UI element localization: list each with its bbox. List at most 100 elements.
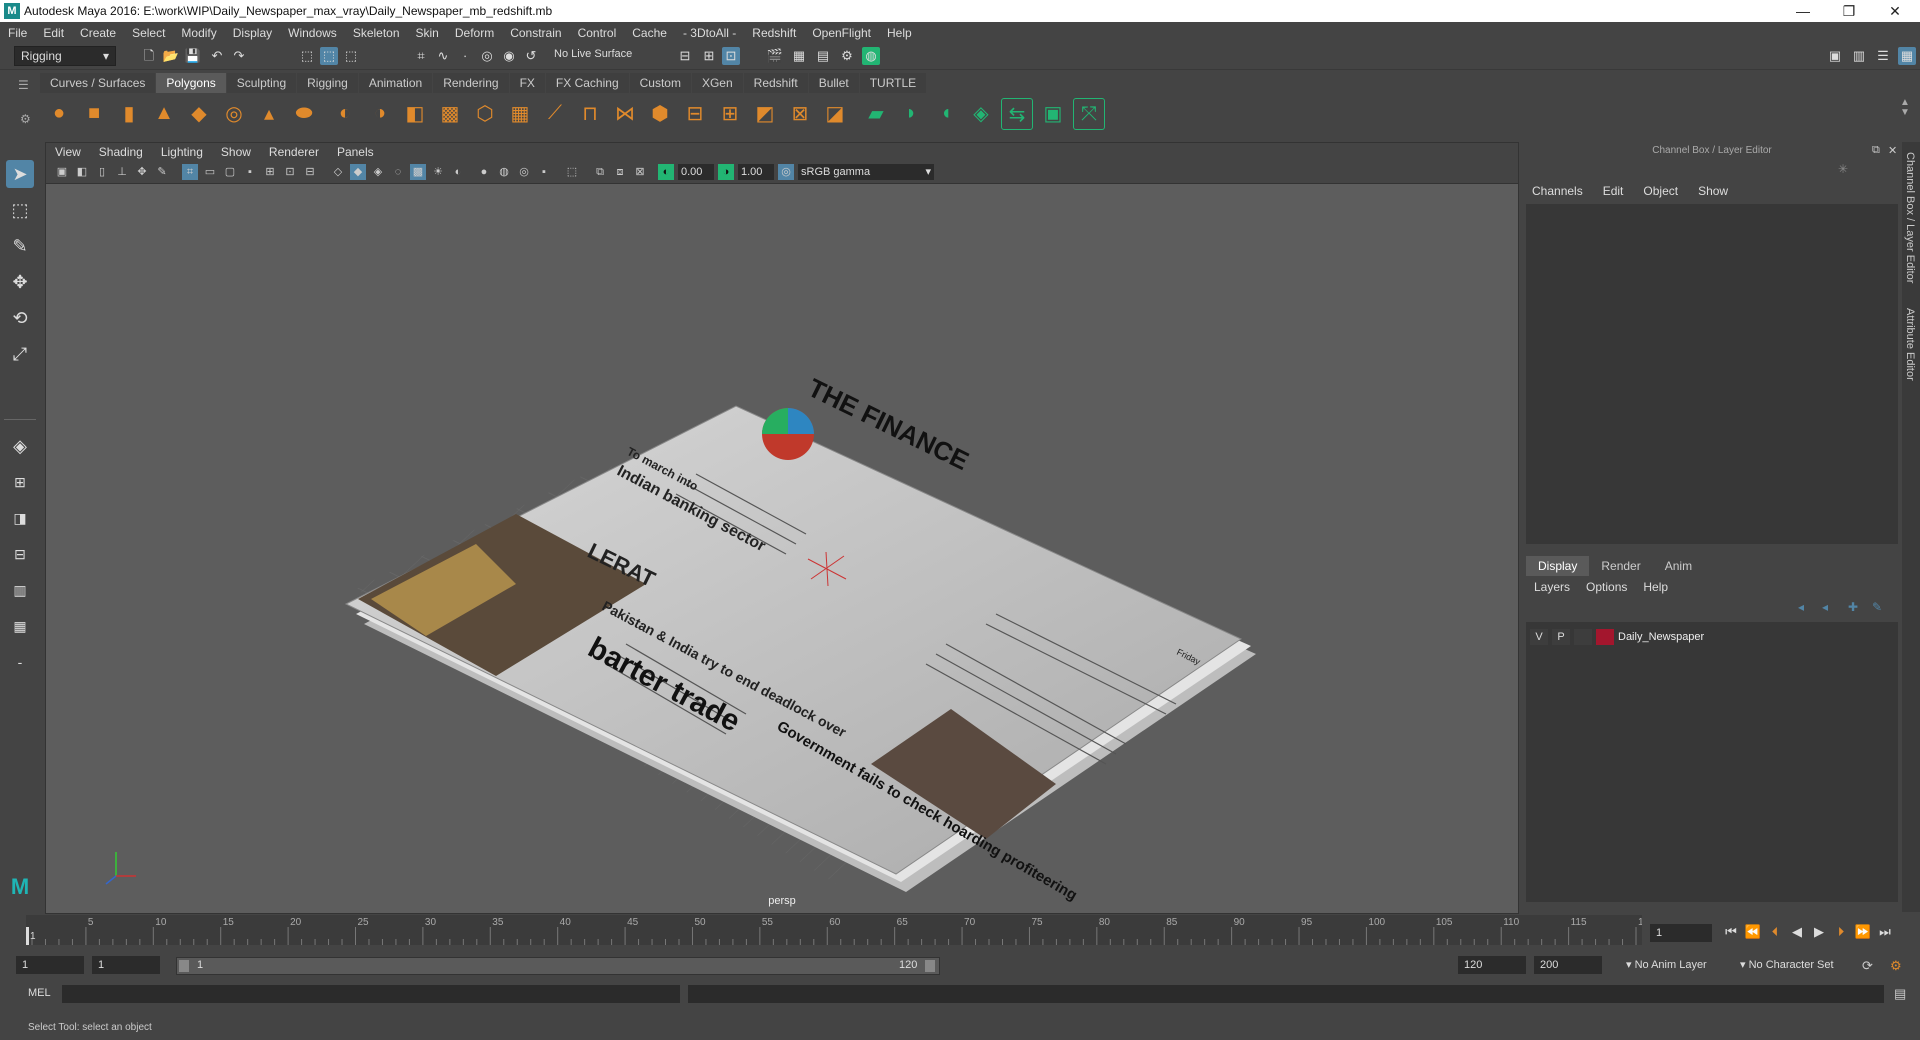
persp-outliner-layout-icon[interactable]: ◨: [6, 504, 34, 532]
mode-dropdown[interactable]: Rigging ▾: [14, 46, 116, 66]
step-back-frame-icon[interactable]: ⏴: [1764, 924, 1786, 940]
side-tab-channel-box[interactable]: Channel Box / Layer Editor: [1904, 152, 1916, 283]
single-perspective-icon[interactable]: ◈: [6, 432, 34, 460]
color-space-dropdown[interactable]: sRGB gamma ▾: [798, 164, 934, 180]
smooth-shade-icon[interactable]: ◆: [350, 164, 366, 180]
menu-edit[interactable]: Edit: [35, 26, 72, 40]
axis-icon[interactable]: ✳: [1838, 162, 1848, 176]
cb-menu-object[interactable]: Object: [1633, 182, 1688, 200]
camera-attributes-icon[interactable]: ◧: [74, 164, 90, 180]
undo-icon[interactable]: ↶: [208, 47, 226, 65]
poly-torus-icon[interactable]: ◎: [219, 98, 249, 128]
tab-fx-caching[interactable]: FX Caching: [545, 73, 629, 93]
menu-deform[interactable]: Deform: [447, 26, 502, 40]
xray-active-icon[interactable]: ⧈: [612, 164, 628, 180]
poly-cone-icon[interactable]: ▲: [149, 98, 179, 128]
tab-bullet[interactable]: Bullet: [808, 73, 859, 93]
step-back-key-icon[interactable]: ⏪: [1742, 924, 1764, 940]
menu-windows[interactable]: Windows: [280, 26, 345, 40]
merge-icon[interactable]: ◩: [750, 98, 780, 128]
layer-color-swatch[interactable]: [1596, 629, 1614, 645]
menu-cache[interactable]: Cache: [624, 26, 675, 40]
range-slider[interactable]: 1 120: [176, 957, 940, 975]
poly-pipe-icon[interactable]: ⬬: [289, 98, 319, 128]
close-button[interactable]: ✕: [1872, 0, 1918, 22]
select-object-icon[interactable]: ⬚: [320, 47, 338, 65]
tab-anim[interactable]: Anim: [1653, 556, 1704, 576]
scene-canvas[interactable]: THE FINANCE To march into Indian banking…: [46, 184, 1518, 913]
viewport-panel[interactable]: View Shading Lighting Show Renderer Pane…: [45, 142, 1519, 914]
vp-menu-show[interactable]: Show: [212, 145, 260, 159]
menu-modify[interactable]: Modify: [173, 26, 224, 40]
step-forward-key-icon[interactable]: ⏩: [1852, 924, 1874, 940]
layout-icon[interactable]: ▥: [1850, 47, 1868, 65]
safe-action-icon[interactable]: ⊡: [282, 164, 298, 180]
poly-plane-icon[interactable]: ◆: [184, 98, 214, 128]
open-scene-icon[interactable]: 📂: [162, 47, 180, 65]
step-forward-frame-icon[interactable]: ⏵: [1830, 924, 1852, 940]
play-forwards-icon[interactable]: ▶: [1808, 924, 1830, 940]
wireframe-on-shaded-icon[interactable]: ◈: [370, 164, 386, 180]
isolate-select-icon[interactable]: ⬚: [564, 164, 580, 180]
vp-menu-lighting[interactable]: Lighting: [152, 145, 212, 159]
tab-polygons[interactable]: Polygons: [156, 73, 226, 93]
xray-joints-icon[interactable]: ⧉: [592, 164, 608, 180]
menu-constrain[interactable]: Constrain: [502, 26, 569, 40]
bookmark-icon[interactable]: ▯: [94, 164, 110, 180]
playback-start-field[interactable]: 1: [92, 956, 160, 974]
exposure-icon[interactable]: ◐: [658, 164, 674, 180]
redo-icon[interactable]: ↷: [230, 47, 248, 65]
side-tab-attribute-editor[interactable]: Attribute Editor: [1904, 308, 1916, 381]
select-component-icon[interactable]: ⬚: [342, 47, 360, 65]
anti-aliasing-icon[interactable]: ◎: [516, 164, 532, 180]
gate-mask-icon[interactable]: ▪: [242, 164, 258, 180]
shelf-scroll-icon[interactable]: ▲ ▼: [1900, 98, 1910, 118]
bevel-icon[interactable]: ⬡: [470, 98, 500, 128]
cb-menu-edit[interactable]: Edit: [1593, 182, 1634, 200]
move-layer-up-icon[interactable]: ◂: [1798, 600, 1804, 614]
use-lights-icon[interactable]: ☀: [430, 164, 446, 180]
cb-menu-channels[interactable]: Channels: [1522, 182, 1593, 200]
vp-menu-panels[interactable]: Panels: [328, 145, 383, 159]
combine-icon[interactable]: ◐: [330, 98, 360, 128]
output-ops-icon[interactable]: ⊞: [700, 47, 718, 65]
menu-create[interactable]: Create: [72, 26, 124, 40]
tab-animation[interactable]: Animation: [358, 73, 433, 93]
safe-title-icon[interactable]: ⊟: [302, 164, 318, 180]
depth-of-field-icon[interactable]: ▪: [536, 164, 552, 180]
poly-sphere-icon[interactable]: ●: [44, 98, 74, 128]
more-layouts-icon[interactable]: -: [6, 648, 34, 676]
uv-spherical-icon[interactable]: ◖: [931, 98, 961, 128]
auto-key-icon[interactable]: ⟳: [1862, 958, 1873, 974]
float-panel-icon[interactable]: ⧉: [1872, 144, 1880, 157]
shelf-settings-icon[interactable]: ⚙: [20, 112, 31, 126]
xray-icon[interactable]: ◌: [390, 164, 406, 180]
animation-start-field[interactable]: 1: [16, 956, 84, 974]
tab-xgen[interactable]: XGen: [691, 73, 743, 93]
tab-redshift[interactable]: Redshift: [743, 73, 808, 93]
image-plane-icon[interactable]: ⊥: [114, 164, 130, 180]
tab-fx[interactable]: FX: [509, 73, 545, 93]
color-management-icon[interactable]: ◎: [778, 164, 794, 180]
backface-icon[interactable]: ⊠: [632, 164, 648, 180]
playback-end-field[interactable]: 120: [1458, 956, 1526, 974]
render-view-icon[interactable]: 🎬: [766, 47, 784, 65]
poly-pyramid-icon[interactable]: ▴: [254, 98, 284, 128]
scale-tool-icon[interactable]: ⤢: [6, 340, 34, 368]
hypershade-icon[interactable]: ◍: [862, 47, 880, 65]
workspace-icon[interactable]: ▣: [1826, 47, 1844, 65]
cb-menu-show[interactable]: Show: [1688, 182, 1738, 200]
menu-skeleton[interactable]: Skeleton: [345, 26, 408, 40]
command-input[interactable]: [62, 985, 680, 1003]
field-chart-icon[interactable]: ⊞: [262, 164, 278, 180]
lasso-tool-icon[interactable]: ⬚: [6, 196, 34, 224]
render-settings-icon[interactable]: ⚙: [838, 47, 856, 65]
append-icon[interactable]: ⋈: [610, 98, 640, 128]
hypershade-layout-icon[interactable]: ▥: [6, 576, 34, 604]
tab-rigging[interactable]: Rigging: [297, 73, 358, 93]
new-layer-icon[interactable]: ✚: [1848, 600, 1858, 614]
resolution-gate-icon[interactable]: ▢: [222, 164, 238, 180]
target-weld-icon[interactable]: ◪: [820, 98, 850, 128]
tab-render[interactable]: Render: [1589, 556, 1652, 576]
tab-display[interactable]: Display: [1526, 556, 1590, 576]
